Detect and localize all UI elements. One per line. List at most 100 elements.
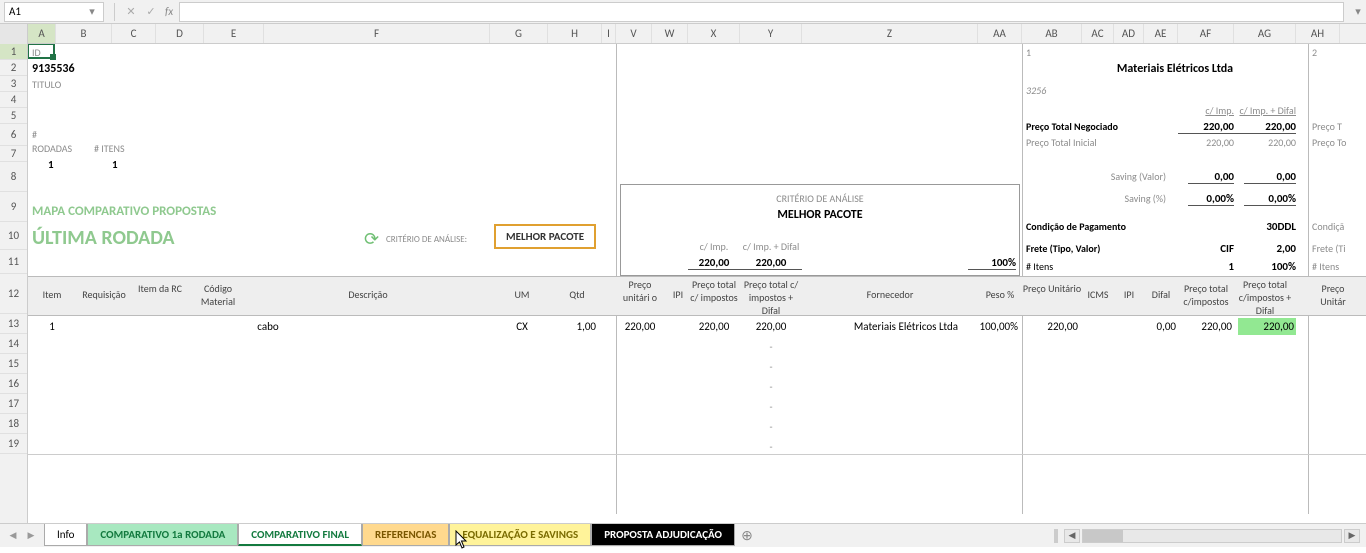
- select-all-corner[interactable]: [0, 24, 28, 44]
- hdr-um: UM: [502, 288, 542, 301]
- hscroll-track[interactable]: [1082, 529, 1342, 543]
- col-header-AH[interactable]: AH: [1296, 24, 1340, 43]
- row-header-9[interactable]: 9: [0, 192, 27, 222]
- col-header-AC[interactable]: AC: [1082, 24, 1114, 43]
- hdr-item: Item: [28, 288, 76, 301]
- tab-nav-prev-icon[interactable]: ◀: [6, 530, 20, 541]
- row-header-3[interactable]: 3: [0, 76, 27, 92]
- mh-ptd: Preço total c/ impostos + Difal: [740, 278, 802, 317]
- mid-crit-value: MELHOR PACOTE: [620, 208, 1020, 222]
- hash-label: #: [32, 128, 37, 141]
- crit-label: CRITÉRIO DE ANÁLISE:: [386, 234, 467, 245]
- m13-pt: 220,00: [688, 320, 740, 333]
- tab-equalizacao[interactable]: EQUALIZAÇÃO E SAVINGS: [449, 524, 591, 546]
- col-header-AA[interactable]: AA: [978, 24, 1022, 43]
- tab-proposta-adj[interactable]: PROPOSTA ADJUDICAÇÃO: [591, 524, 735, 546]
- formula-bar: A1 ▾ ✕ ✓ fx ▾: [0, 0, 1366, 24]
- tab-comparativo-final[interactable]: COMPARATIVO FINAL: [238, 524, 362, 546]
- col-header-H[interactable]: H: [548, 24, 602, 43]
- row-header-5[interactable]: 5: [0, 108, 27, 124]
- hdr-itemrc: Item da RC: [136, 282, 184, 295]
- row-header-12[interactable]: 12: [0, 274, 27, 314]
- row-header-14[interactable]: 14: [0, 334, 27, 354]
- row-headers: 12345678910111213141516171819: [0, 44, 28, 523]
- tab-referencias[interactable]: REFERENCIAS: [362, 524, 449, 546]
- tab-comparativo-1a[interactable]: COMPARATIVO 1a RODADA: [87, 524, 238, 546]
- col-header-G[interactable]: G: [490, 24, 548, 43]
- mh-pu: Preço unitári o: [616, 278, 664, 304]
- r-sp: Saving (%): [1026, 192, 1166, 205]
- row-header-17[interactable]: 17: [0, 394, 27, 414]
- mh-peso: Peso %: [978, 288, 1022, 301]
- col-header-C[interactable]: C: [112, 24, 156, 43]
- row-header-11[interactable]: 11: [0, 250, 27, 274]
- right-company: Materiais Elétricos Ltda: [1048, 62, 1302, 76]
- hscroll-right-icon[interactable]: ▶: [1344, 529, 1360, 543]
- titulo-label: TITULO: [32, 78, 61, 91]
- name-box-dropdown-icon[interactable]: ▾: [85, 5, 99, 18]
- crit-button[interactable]: MELHOR PACOTE: [494, 224, 596, 249]
- highlighted-cell: 220,00: [1238, 318, 1296, 335]
- row-header-6[interactable]: 6: [0, 124, 27, 146]
- right-col2: 2: [1312, 46, 1317, 59]
- spreadsheet-grid[interactable]: ID 9135536 TITULO # RODADAS # ITENS 1 1 …: [28, 44, 1366, 523]
- row-header-2[interactable]: 2: [0, 60, 27, 76]
- row-header-8[interactable]: 8: [0, 162, 27, 192]
- hdr-desc: Descrição: [328, 288, 408, 301]
- tab-info[interactable]: Info: [44, 524, 87, 546]
- col-header-AE[interactable]: AE: [1144, 24, 1178, 43]
- col-header-Z[interactable]: Z: [802, 24, 978, 43]
- formula-input[interactable]: [179, 2, 1344, 22]
- sheet-tab-bar: ◀ ▶ Info COMPARATIVO 1a RODADA COMPARATI…: [0, 523, 1366, 547]
- col-header-E[interactable]: E: [204, 24, 264, 43]
- col-header-A[interactable]: A: [28, 24, 56, 43]
- name-box-value: A1: [9, 5, 21, 18]
- col-header-AG[interactable]: AG: [1234, 24, 1296, 43]
- mid-cimp: c/ Imp.: [688, 240, 740, 253]
- col-header-AB[interactable]: AB: [1022, 24, 1082, 43]
- right-code: 3256: [1026, 84, 1046, 97]
- mh-forn: Fornecedor: [802, 288, 978, 301]
- mid-pct: 100%: [968, 256, 1016, 270]
- r-sv: Saving (Valor): [1026, 170, 1166, 183]
- analysis-icon: ⟳: [364, 228, 379, 250]
- itens-label: # ITENS: [94, 142, 125, 155]
- m13-ptd: 220,00: [740, 320, 802, 333]
- col-header-X[interactable]: X: [688, 24, 740, 43]
- fx-icon[interactable]: fx: [165, 5, 173, 18]
- col-header-V[interactable]: V: [616, 24, 652, 43]
- col-header-Y[interactable]: Y: [740, 24, 802, 43]
- mid-v1: 220,00: [688, 256, 740, 270]
- col-header-F[interactable]: F: [264, 24, 490, 43]
- row-header-1[interactable]: 1: [0, 44, 27, 60]
- hscroll-thumb[interactable]: [1083, 530, 1123, 542]
- col-header-AD[interactable]: AD: [1114, 24, 1144, 43]
- col-header-D[interactable]: D: [156, 24, 204, 43]
- add-sheet-icon[interactable]: ⊕: [735, 527, 759, 544]
- tab-nav-next-icon[interactable]: ▶: [24, 530, 38, 541]
- row-header-19[interactable]: 19: [0, 434, 27, 454]
- col-header-I[interactable]: I: [602, 24, 616, 43]
- hdr-req: Requisição: [76, 288, 132, 301]
- row-header-16[interactable]: 16: [0, 374, 27, 394]
- row-header-18[interactable]: 18: [0, 414, 27, 434]
- name-box[interactable]: A1 ▾: [4, 2, 104, 22]
- mid-cimpd: c/ Imp. + Difal: [740, 240, 802, 253]
- r13-qtd: 1,00: [552, 320, 596, 333]
- row-header-10[interactable]: 10: [0, 222, 27, 250]
- row-header-15[interactable]: 15: [0, 354, 27, 374]
- row-header-4[interactable]: 4: [0, 92, 27, 108]
- mh-pt: Preço total c/ impostos: [688, 278, 740, 304]
- id-label: ID: [32, 46, 41, 59]
- col-header-W[interactable]: W: [652, 24, 688, 43]
- row-header-13[interactable]: 13: [0, 314, 27, 334]
- r-frete: Frete (Tipo, Valor): [1026, 242, 1100, 255]
- col-header-B[interactable]: B: [56, 24, 112, 43]
- hscroll-left-icon[interactable]: ◀: [1064, 529, 1080, 543]
- col-header-AF[interactable]: AF: [1178, 24, 1234, 43]
- r13-item: 1: [28, 320, 76, 333]
- r-cond: Condição de Pagamento: [1026, 220, 1126, 233]
- r13-desc: cabo: [238, 320, 298, 333]
- r-nitens: # Itens: [1026, 260, 1053, 273]
- row-header-7[interactable]: 7: [0, 146, 27, 162]
